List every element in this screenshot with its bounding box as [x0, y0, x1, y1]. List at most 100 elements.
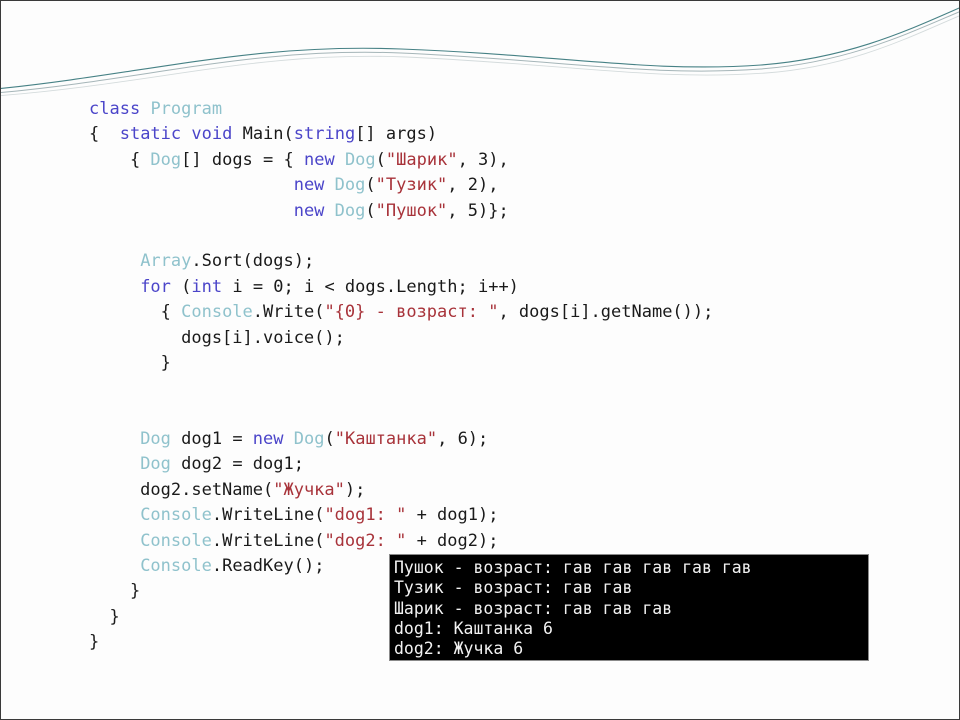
code-line: }: [1, 351, 959, 376]
code-token-pl: , dogs[i].getName());: [498, 302, 714, 323]
code-token-str: "dog2: ": [324, 530, 407, 551]
code-token-typ: Console: [140, 505, 212, 526]
code-token-str: "Шарик": [385, 149, 458, 170]
code-token-pl: .WriteLine(: [211, 530, 325, 551]
code-line: new Dog("Пушок", 5)};: [1, 199, 959, 224]
code-token-pl: (: [365, 175, 376, 196]
code-token-pl: .Sort(dogs);: [191, 251, 315, 272]
code-token-pl: dog1 =: [170, 429, 253, 450]
code-token-typ: Program: [150, 99, 223, 119]
code-token-typ: Dog: [140, 454, 171, 475]
code-token-pl: }: [89, 632, 100, 653]
code-token-typ: Dog: [334, 175, 366, 196]
code-token-str: "Жучка": [273, 479, 345, 500]
code-line: Console.WriteLine("dog2: " + dog2);: [1, 529, 959, 554]
code-token-pl: dog2 = dog1;: [170, 454, 304, 475]
code-token-pl: }: [89, 606, 120, 627]
presentation-slide: class Program{ static void Main(string[]…: [0, 0, 960, 720]
code-line: { Console.Write("{0} - возраст: ", dogs[…: [1, 300, 959, 325]
code-line: dog2.setName("Жучка");: [1, 478, 959, 503]
console-output-line: Тузик - возраст: гав гав: [394, 578, 633, 598]
code-line: Dog dog2 = dog1;: [1, 452, 959, 477]
code-token-pl: );: [344, 479, 366, 500]
console-output-line: Шарик - возраст: гав гав гав: [394, 598, 673, 618]
code-token-pl: .WriteLine(: [211, 505, 325, 526]
code-line: Console.WriteLine("dog1: " + dog1);: [1, 503, 959, 528]
console-output-line: dog2: Жучка 6: [394, 639, 524, 659]
code-token-str: "Пушок": [375, 200, 448, 221]
code-token-pl: Main(: [232, 124, 294, 145]
code-token-str: "Каштанка": [334, 429, 438, 450]
code-token-kw: int: [191, 276, 223, 297]
code-token-typ: Dog: [140, 429, 171, 450]
code-token-typ: Console: [140, 530, 212, 551]
code-token-pl: }: [89, 352, 171, 373]
code-token-str: "{0} - возраст: ": [324, 302, 499, 323]
code-token-typ: Dog: [293, 429, 325, 450]
console-output-line: dog1: Каштанка 6: [394, 618, 553, 638]
code-token-kw: for: [140, 276, 171, 297]
code-token-kw: new: [303, 149, 335, 170]
wave-line-primary: [1, 7, 959, 90]
code-token-pl: (: [375, 149, 386, 170]
code-token-kw: class: [89, 99, 141, 119]
wave-line-tertiary: [1, 15, 959, 97]
code-token-pl: .Write(: [252, 302, 325, 323]
code-token-pl: dogs[i].voice();: [89, 327, 345, 348]
code-token-pl: , 6);: [437, 429, 489, 450]
code-token-pl: dog2.setName(: [89, 479, 274, 500]
code-token-str: "Тузик": [375, 175, 448, 196]
code-line: { static void Main(string[] args): [1, 122, 959, 147]
code-token-kw: new: [293, 175, 325, 196]
code-token-typ: Console: [140, 556, 212, 577]
code-line: for (int i = 0; i < dogs.Length; i++): [1, 275, 959, 300]
code-token-str: "dog1: ": [324, 505, 407, 526]
code-token-pl: , 3),: [457, 149, 509, 170]
code-token-pl: [] args): [355, 124, 438, 145]
code-token-kw: string: [293, 124, 356, 145]
code-line: { Dog[] dogs = { new Dog("Шарик", 3),: [1, 148, 959, 173]
code-token-kw: new: [252, 429, 284, 450]
code-token-pl: (: [365, 200, 376, 221]
wave-line-secondary: [1, 11, 959, 94]
code-line: new Dog("Тузик", 2),: [1, 173, 959, 198]
code-line: dogs[i].voice();: [1, 326, 959, 351]
code-token-kw: void: [191, 124, 233, 145]
code-token-pl: [] dogs = {: [181, 149, 304, 170]
code-token-pl: {: [89, 302, 182, 323]
code-line: class Program: [1, 97, 959, 122]
console-output-line: Пушок - возраст: гав гав гав гав гав: [394, 558, 752, 577]
code-token-pl: , 5)};: [447, 200, 509, 221]
code-token-kw: new: [293, 200, 325, 221]
code-line: Array.Sort(dogs);: [1, 249, 959, 274]
code-token-kw: static: [119, 124, 182, 145]
code-token-typ: Console: [181, 302, 253, 323]
code-token-typ: Dog: [334, 200, 366, 221]
code-token-typ: Array: [140, 251, 192, 272]
code-token-pl: {: [89, 149, 151, 170]
code-token-pl: + dog1);: [406, 505, 499, 526]
code-token-pl: .ReadKey();: [211, 556, 325, 577]
code-token-pl: , 2),: [447, 175, 499, 196]
code-token-pl: {: [89, 124, 120, 145]
decorative-wave-ribbon: [1, 7, 959, 97]
code-line: Dog dog1 = new Dog("Каштанка", 6);: [1, 427, 959, 452]
code-token-typ: Dog: [150, 149, 182, 170]
code-token-typ: Dog: [344, 149, 376, 170]
